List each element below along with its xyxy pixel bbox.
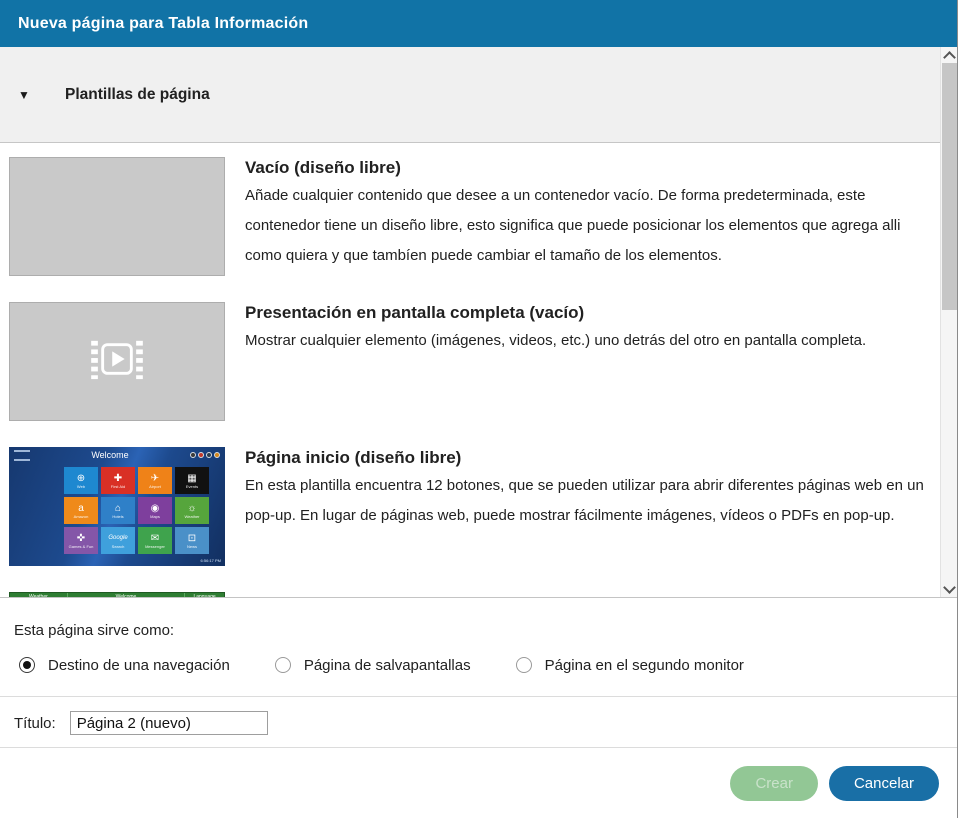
radio-label[interactable]: Destino de una navegación (48, 657, 230, 674)
tile-amazon: aAmazon (64, 497, 98, 524)
tile-label: Amazon (74, 514, 89, 519)
template-description: Añade cualquier contenido que desee a un… (245, 181, 940, 271)
map-pin-icon: ◉ (151, 503, 160, 514)
tile-grid: ⊕Web ✚First Aid ✈Airport ▦Events aAmazon… (64, 467, 209, 554)
template-title: Vacío (diseño libre) (245, 158, 940, 178)
new-page-dialog: Nueva página para Tabla Información ▼ Pl… (0, 0, 958, 818)
cancel-button[interactable]: Cancelar (829, 766, 939, 801)
gamepad-icon: ✜ (77, 533, 85, 544)
tile-web: ⊕Web (64, 467, 98, 494)
plane-icon: ✈ (151, 473, 159, 484)
tile-maps: ◉Maps (138, 497, 172, 524)
tile-games: ✜Games & Fun (64, 527, 98, 554)
globe-icon: ⊕ (77, 473, 85, 484)
template-item-text: Página inicio (diseño libre) En esta pla… (245, 447, 940, 566)
template-item-blank[interactable]: Vacío (diseño libre) Añade cualquier con… (9, 157, 940, 276)
tile-label: Airport (149, 484, 161, 489)
radio-option-navigation-target[interactable]: Destino de una navegación (19, 657, 230, 674)
language-flags (190, 452, 220, 458)
vertical-scrollbar[interactable] (940, 47, 957, 597)
template-title: Presentación en pantalla completa (vacío… (245, 303, 940, 323)
collapse-arrow-icon[interactable]: ▼ (18, 88, 32, 102)
tile-label: Web (77, 484, 85, 489)
tile-label: Search (112, 544, 125, 549)
template-item-home-page[interactable]: Welcome ⊕Web ✚First Aid ✈Airport ▦Events… (9, 447, 940, 566)
radio-option-second-monitor-page[interactable]: Página en el segundo monitor (516, 657, 744, 674)
calendar-icon: ▦ (187, 473, 196, 484)
radio-button[interactable] (275, 657, 291, 673)
tile-search: GoogleSearch (101, 527, 135, 554)
fullscreen-template-thumbnail[interactable] (9, 302, 225, 421)
flag-icon (190, 452, 196, 458)
purpose-radio-group: Destino de una navegación Página de salv… (19, 656, 957, 674)
tile-label: Weather (184, 514, 199, 519)
google-logo: Google (108, 533, 127, 544)
purpose-label: Esta página sirve como: (14, 622, 957, 639)
blank-template-thumbnail[interactable] (9, 157, 225, 276)
sun-cloud-icon: ☼ (187, 503, 196, 514)
template-description: Mostrar cualquier elemento (imágenes, vi… (245, 326, 940, 356)
chevron-up-icon (943, 51, 956, 64)
page-title-input[interactable] (70, 711, 268, 735)
amazon-icon: a (78, 503, 84, 514)
chevron-down-icon (943, 581, 956, 594)
template-item-fullscreen-presentation[interactable]: Presentación en pantalla completa (vacío… (9, 302, 940, 421)
clock-text: 6:56:17 PM (201, 558, 221, 563)
action-buttons: Crear Cancelar (0, 748, 957, 801)
page-templates-section-label: Plantillas de página (65, 86, 210, 104)
radio-label[interactable]: Página de salvapantallas (304, 657, 471, 674)
template-description: En esta plantilla encuentra 12 botones, … (245, 471, 940, 531)
tile-label: Messenger (145, 544, 165, 549)
template-list: Vacío (diseño libre) Añade cualquier con… (0, 144, 940, 597)
template-title: Página inicio (diseño libre) (245, 448, 940, 468)
welcome-heading: Welcome (30, 450, 190, 460)
title-field-row: Título: (14, 710, 957, 736)
scroll-up-button[interactable] (941, 47, 957, 63)
scrollbar-thumb[interactable] (942, 63, 957, 310)
building-icon: ⌂ (115, 503, 121, 514)
tile-hotels: ⌂Hotels (101, 497, 135, 524)
page-templates-section-header[interactable]: ▼ Plantillas de página (0, 47, 940, 143)
template-item-text: Vacío (diseño libre) Añade cualquier con… (245, 157, 940, 276)
dialog-footer-panel: Esta página sirve como: Destino de una n… (0, 597, 957, 818)
tile-label: Maps (150, 514, 160, 519)
home-template-thumbnail[interactable]: Welcome ⊕Web ✚First Aid ✈Airport ▦Events… (9, 447, 225, 566)
scroll-down-button[interactable] (941, 581, 957, 597)
template-item-text: Presentación en pantalla completa (vacío… (245, 302, 940, 421)
flag-icon (214, 452, 220, 458)
tile-label: Hotels (112, 514, 123, 519)
monitor-icon: ⊡ (188, 533, 196, 544)
tile-label: Events (186, 484, 198, 489)
tile-airport: ✈Airport (138, 467, 172, 494)
radio-option-screensaver-page[interactable]: Página de salvapantallas (275, 657, 471, 674)
tile-events: ▦Events (175, 467, 209, 494)
film-strip-icon (88, 337, 146, 386)
flag-icon (198, 452, 204, 458)
radio-label[interactable]: Página en el segundo monitor (545, 657, 744, 674)
divider (0, 696, 957, 697)
radio-button[interactable] (516, 657, 532, 673)
tile-label: First Aid (111, 484, 125, 489)
tile-first-aid: ✚First Aid (101, 467, 135, 494)
tile-label: News (187, 544, 197, 549)
tile-messenger: ✉Messenger (138, 527, 172, 554)
logo-mark (14, 450, 30, 461)
dialog-title: Nueva página para Tabla Información (18, 15, 308, 33)
title-field-label: Título: (14, 715, 56, 732)
dialog-titlebar: Nueva página para Tabla Información (0, 0, 957, 47)
tile-label: Games & Fun (69, 544, 94, 549)
tile-weather: ☼Weather (175, 497, 209, 524)
chat-bubble-icon: ✉ (151, 533, 159, 544)
flag-icon (206, 452, 212, 458)
radio-button[interactable] (19, 657, 35, 673)
first-aid-icon: ✚ (114, 473, 122, 484)
create-button[interactable]: Crear (730, 766, 818, 801)
tile-news: ⊡News (175, 527, 209, 554)
welcome-thumb-header: Welcome (9, 447, 225, 463)
